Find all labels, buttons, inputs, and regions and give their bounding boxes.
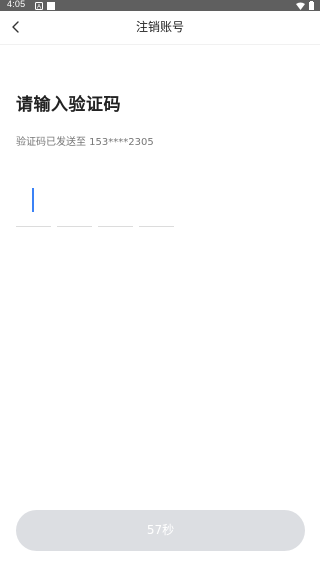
text-cursor bbox=[32, 188, 34, 212]
code-digit-box[interactable] bbox=[139, 186, 174, 227]
notification-icon: A bbox=[35, 2, 43, 10]
wifi-icon bbox=[296, 2, 305, 10]
code-digit-box[interactable] bbox=[16, 186, 51, 227]
verification-title: 请输入验证码 bbox=[16, 95, 121, 115]
battery-icon bbox=[309, 1, 314, 10]
status-time: 4:05 bbox=[7, 0, 26, 9]
verification-subtitle: 验证码已发送至 153****2305 bbox=[16, 137, 154, 148]
code-digit-box[interactable] bbox=[57, 186, 92, 227]
sim-card-icon bbox=[47, 2, 55, 10]
status-bar: 4:05 A bbox=[0, 0, 320, 11]
svg-text:A: A bbox=[37, 5, 41, 11]
verification-code-input[interactable] bbox=[16, 186, 176, 228]
countdown-button[interactable]: 57秒 bbox=[16, 510, 305, 551]
status-right bbox=[296, 1, 314, 10]
header: 注销账号 bbox=[0, 11, 320, 45]
code-digit-box[interactable] bbox=[98, 186, 133, 227]
page-title: 注销账号 bbox=[135, 20, 184, 34]
